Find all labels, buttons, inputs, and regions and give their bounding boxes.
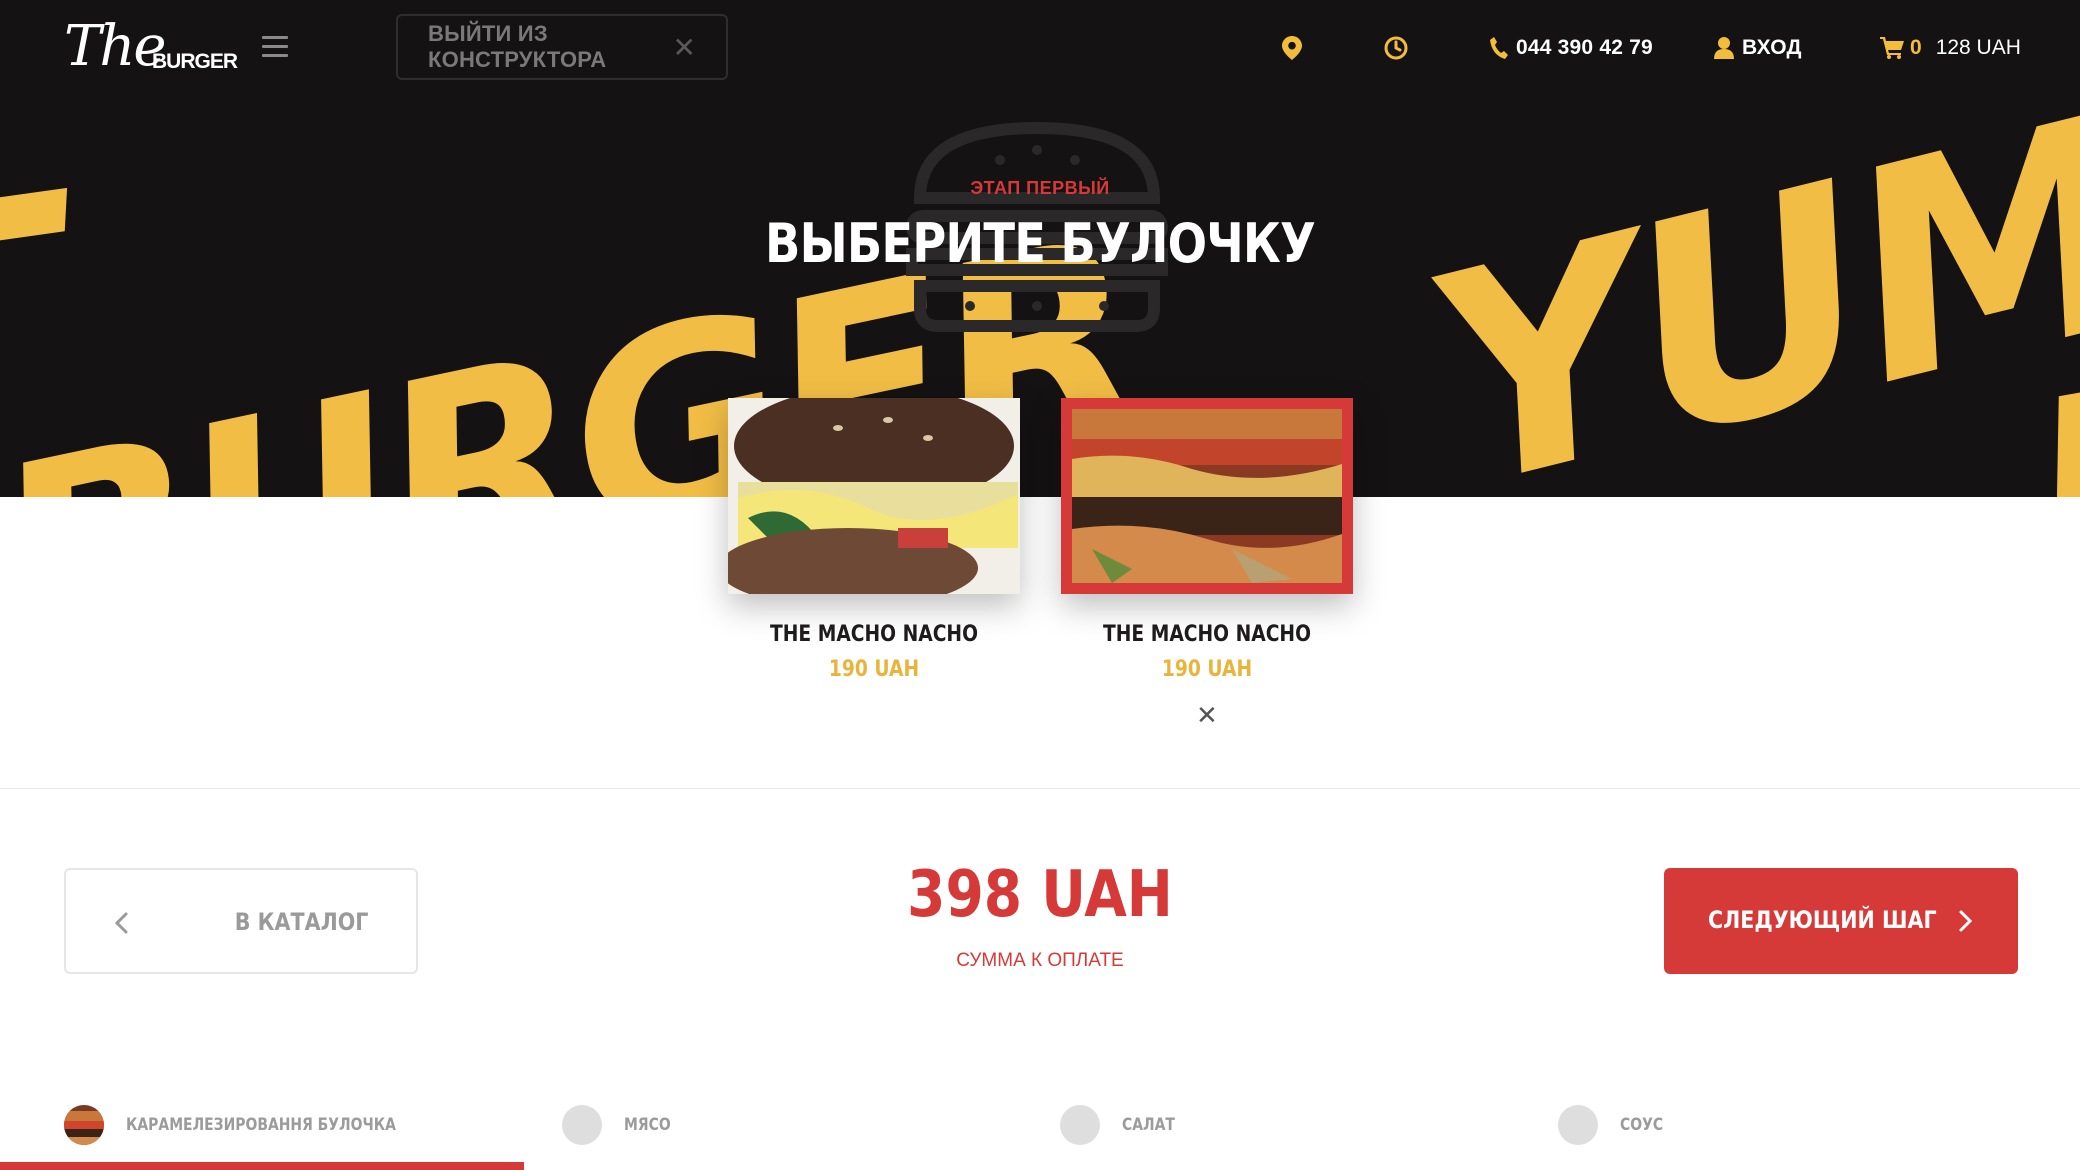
user-icon	[1714, 37, 1734, 59]
logo[interactable]: The BURGER	[64, 14, 238, 79]
page-title: ВЫБЕРИТЕ БУЛОЧКУ	[765, 212, 1316, 275]
login-button[interactable]: ВХОД	[1714, 30, 1802, 66]
constructor-steps: КАРАМЕЛЕЗИРОВАННЯ БУЛОЧКА МЯСО САЛАТ СОУ…	[64, 1104, 2020, 1170]
phone-link[interactable]: 044 390 42 79	[1490, 30, 1653, 66]
step-item-bun[interactable]: КАРАМЕЛЕЗИРОВАННЯ БУЛОЧКА	[64, 1104, 455, 1146]
decor-brush-text-right: YUM	[1399, 55, 2080, 497]
chevron-left-icon	[114, 912, 128, 934]
logo-word: BURGER	[152, 50, 238, 73]
clock-icon	[1384, 36, 1408, 60]
product-card[interactable]: THE MACHO NACHO 190 UAH	[728, 398, 1020, 682]
cart-icon	[1880, 37, 1904, 59]
step-label: МЯСО	[624, 1115, 671, 1135]
product-price: 190 UAH	[1161, 657, 1253, 682]
location-button[interactable]	[1282, 30, 1302, 66]
step-item-meat[interactable]: МЯСО	[562, 1104, 681, 1146]
cart-button[interactable]: 0 128 UAH	[1880, 30, 2021, 66]
hours-button[interactable]	[1384, 30, 1408, 66]
divider	[0, 788, 2080, 789]
cart-sum: 128 UAH	[1935, 36, 2021, 59]
phone-icon	[1490, 37, 1508, 59]
product-name: THE MACHO NACHO	[770, 622, 978, 647]
step-label: ЭТАП ПЕРВЫЙ	[970, 178, 1110, 198]
hero-section: T BURGER YUM N ЭТАП ПЕРВЫЙ ВЫБЕРИТЕ БУЛО…	[0, 0, 2080, 497]
exit-constructor-button[interactable]: ВЫЙТИ ИЗ КОНСТРУКТОРА ✕	[396, 14, 728, 80]
product-image	[1061, 398, 1353, 594]
step-item-salad[interactable]: САЛАТ	[1060, 1104, 1187, 1146]
product-card-selected[interactable]: THE MACHO NACHO 190 UAH	[1061, 398, 1353, 682]
step-dot	[562, 1105, 602, 1145]
step-dot	[1060, 1105, 1100, 1145]
chevron-right-icon	[1959, 910, 1973, 932]
cart-count: 0	[1910, 36, 1922, 59]
location-pin-icon	[1282, 36, 1302, 60]
close-icon: ✕	[672, 32, 696, 63]
next-step-button[interactable]: СЛЕДУЮЩИЙ ШАГ	[1664, 868, 2018, 974]
product-price: 190 UAH	[828, 657, 920, 682]
next-step-label: СЛЕДУЮЩИЙ ШАГ	[1708, 906, 1937, 934]
phone-number: 044 390 42 79	[1516, 36, 1653, 59]
step-label: КАРАМЕЛЕЗИРОВАННЯ БУЛОЧКА	[126, 1115, 396, 1135]
login-label: ВХОД	[1742, 36, 1802, 59]
decor-brush-text-right-2: N	[2013, 327, 2080, 497]
logo-script: The	[64, 14, 167, 79]
product-name: THE MACHO NACHO	[1103, 622, 1311, 647]
menu-icon[interactable]	[262, 36, 288, 58]
step-thumbnail	[64, 1105, 104, 1145]
step-item-sauce[interactable]: СОУС	[1558, 1104, 1673, 1146]
remove-selection-icon[interactable]: ✕	[1196, 702, 1218, 728]
step-label: САЛАТ	[1122, 1115, 1175, 1135]
step-progress-bar	[0, 1162, 524, 1170]
product-image	[728, 398, 1020, 594]
step-label: СОУС	[1620, 1115, 1664, 1135]
step-dot	[1558, 1105, 1598, 1145]
